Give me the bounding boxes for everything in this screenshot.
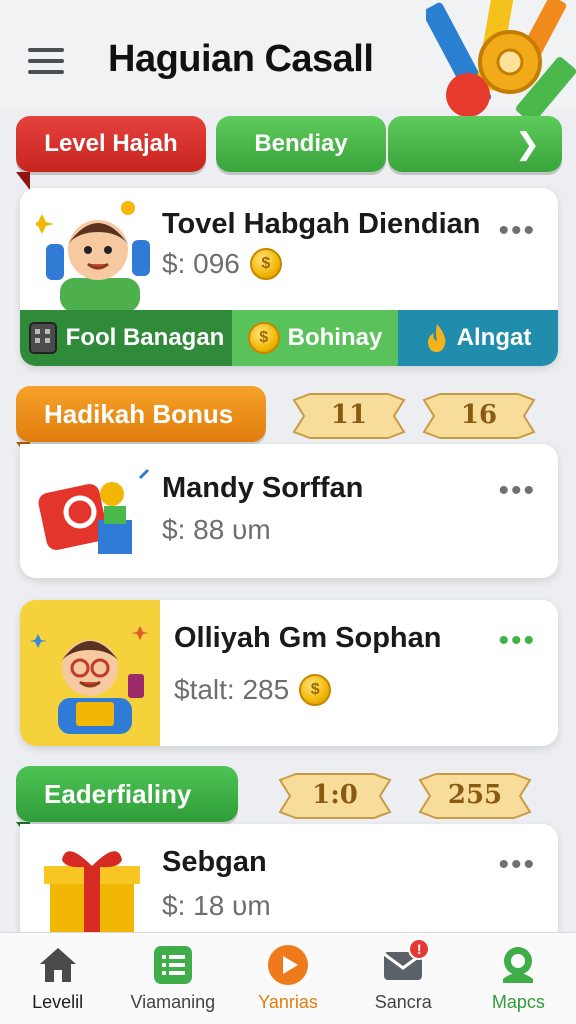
hamburger-menu-icon[interactable] [28,48,64,74]
home-icon [37,944,79,986]
tab-level[interactable]: Level Hajah [16,116,206,172]
calculator-icon [28,322,57,354]
card-price-value: $talt: 285 [174,674,290,705]
tab-bendiay-label: Bendiay [254,130,348,157]
card-price: $: 18 υm [162,890,271,922]
banner-value: 11 [330,400,368,430]
section-ribbon-bonus: Hadikah Bonus [16,386,266,442]
card-price: $: 88 υm [162,514,271,546]
nav-mapcs[interactable]: Mapcs [461,933,576,1024]
bottom-navigation: Levelil Viamaning Yanrias ! Sancra Mapcs [0,932,576,1024]
card-title: Mandy Sorffan [162,472,364,504]
coin-icon: $ [249,248,282,280]
action-fool-banagan[interactable]: Fool Banagan [20,310,232,366]
more-options-icon[interactable]: ••• [498,216,536,246]
card-title: Tovel Habgah Diendian [162,208,481,240]
nav-label: Sancra [374,992,432,1012]
card-price-value: $: 88 υm [162,514,271,545]
page-title: Haguian Casall [108,38,374,80]
card-title: Olliyah Gm Sophan [174,622,442,654]
nav-sancra[interactable]: ! Sancra [346,933,461,1024]
nav-label: Viamaning [130,992,216,1012]
chevron-right-icon: ❯ [514,127,540,161]
notification-badge: ! [408,938,431,960]
section-label: Eaderfialiny [44,778,192,809]
section-ribbon-eaderfialiny: Eaderfialiny [16,766,238,822]
pencils-gear-illustration [426,0,576,123]
gift-box-icon [44,851,140,942]
nav-yanrias[interactable]: Yanrias [230,933,345,1024]
boy-with-glasses-avatar [30,626,149,734]
offer-card-3[interactable]: Olliyah Gm Sophan $talt: 285 $ ••• [20,600,558,746]
coin-icon: $ [299,674,332,706]
banner-value: 16 [460,400,498,430]
card-action-bar: Fool Banagan $ Bohinay Alngat [20,310,558,366]
nav-label: Mapcs [491,992,545,1012]
tab-level-label: Level Hajah [44,130,178,157]
map-pin-icon [497,944,539,986]
score-banner-2: 16 [420,386,538,444]
next-tab-button[interactable]: ❯ [388,116,562,172]
list-icon [152,944,194,986]
tab-bendiay[interactable]: Bendiay [216,116,386,172]
boy-with-headphones-avatar [36,201,150,310]
nav-viamaning[interactable]: Viamaning [115,933,230,1024]
nav-levelil[interactable]: Levelil [0,933,115,1024]
flame-icon [427,324,445,352]
mail-icon: ! [382,938,431,986]
more-options-icon[interactable]: ••• [498,476,536,506]
offer-card-1[interactable]: Tovel Habgah Diendian $: 096 $ ••• Fool … [20,188,558,366]
card-price: $: 096 $ [162,248,282,280]
score-banner-4: 255 [416,766,534,824]
card-price-value: $: 096 [162,248,240,279]
action-bohinay[interactable]: $ Bohinay [232,310,398,366]
card-price: $talt: 285 $ [174,674,332,706]
red-box-blocks-icon [38,468,150,554]
coin-icon: $ [247,322,280,354]
action-label: Bohinay [287,324,383,351]
app-header: Haguian Casall [0,0,576,123]
more-options-icon[interactable]: ••• [498,850,536,880]
nav-label: Yanrias [258,992,318,1012]
score-banner-3: 1:0 [276,766,394,824]
banner-value: 255 [447,780,503,810]
tab-row: Level Hajah Bendiay ❯ [16,116,562,186]
action-label: Alngat [456,324,532,351]
action-label: Fool Banagan [65,324,225,351]
ribbon-fold [16,172,30,190]
score-banner-1: 11 [290,386,408,444]
more-options-icon[interactable]: ••• [498,626,536,656]
nav-label: Levelil [32,992,84,1012]
offer-card-2[interactable]: Mandy Sorffan $: 88 υm ••• [20,444,558,578]
offer-card-4[interactable]: Sebgan $: 18 υm ••• [20,824,558,944]
card-title: Sebgan [162,846,267,878]
section-label: Hadikah Bonus [44,398,234,429]
card-price-value: $: 18 υm [162,890,271,921]
play-icon [267,944,309,986]
banner-value: 1:0 [312,780,358,810]
action-alngat[interactable]: Alngat [398,310,558,366]
